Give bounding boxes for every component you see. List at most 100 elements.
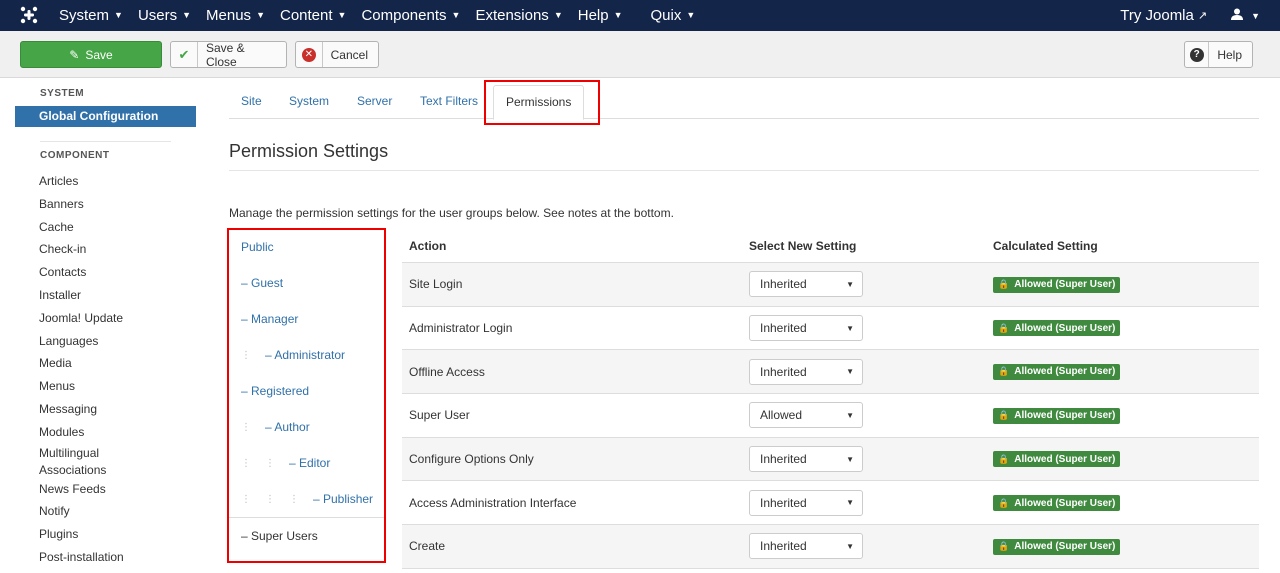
dropdown-arrow-icon: ▼	[846, 279, 854, 289]
menu-content[interactable]: Content ▼	[280, 7, 346, 24]
title-divider	[229, 170, 1259, 171]
sidebar-item-global-configuration[interactable]: Global Configuration	[15, 106, 196, 127]
header-calculated-setting: Calculated Setting	[993, 238, 1098, 253]
lock-icon: 🔒	[998, 366, 1010, 377]
table-row: Access Administration Interface Inherite…	[402, 481, 1259, 526]
sidebar-item-post-installation[interactable]: Post-installation	[15, 546, 196, 569]
help-button[interactable]: ? Help	[1184, 41, 1253, 68]
help-label: Help	[1217, 47, 1242, 62]
menu-users[interactable]: Users ▼	[138, 7, 191, 24]
calculated-badge: 🔒 Allowed (Super User)	[993, 451, 1121, 468]
header-action: Action	[409, 238, 447, 253]
menu-extensions[interactable]: Extensions ▼	[475, 7, 562, 24]
highlight-box-permissions-tab	[484, 80, 600, 125]
menu-menus[interactable]: Menus ▼	[206, 7, 265, 24]
permissions-table: Action Select New Setting Calculated Set…	[402, 229, 1259, 569]
external-link-icon: ↗	[1197, 10, 1208, 22]
tab-site[interactable]: Site	[229, 85, 274, 119]
save-label: Save	[85, 47, 113, 62]
header-select-new-setting: Select New Setting	[749, 238, 857, 253]
lock-icon: 🔒	[998, 497, 1010, 508]
menu-quix[interactable]: Quix ▼	[651, 7, 696, 24]
dropdown-arrow-icon: ▼	[846, 454, 854, 464]
dropdown-arrow-icon: ▼	[846, 367, 854, 377]
save-close-label: Save & Close	[206, 40, 245, 69]
highlight-box-user-groups	[227, 228, 386, 563]
sidebar-item-check-in[interactable]: Check-in	[15, 238, 196, 261]
table-row: Create Inherited ▼ 🔒 Allowed (Super User)	[402, 525, 1259, 569]
sidebar-header-system: SYSTEM	[40, 88, 85, 99]
calculated-badge: 🔒 Allowed (Super User)	[993, 538, 1121, 555]
caret-down-icon: ▼	[451, 10, 461, 20]
setting-select[interactable]: Allowed ▼	[749, 402, 863, 429]
tab-system[interactable]: System	[277, 85, 341, 119]
sidebar-item-installer[interactable]: Installer	[15, 284, 196, 307]
check-icon: ✔	[171, 42, 198, 67]
setting-select[interactable]: Inherited ▼	[749, 446, 863, 473]
sidebar-item-multilingual-associations[interactable]: Multilingual Associations	[15, 444, 125, 478]
try-joomla-link[interactable]: Try Joomla	[1120, 7, 1194, 24]
caret-down-icon: ▼	[256, 10, 265, 20]
sidebar-item-modules[interactable]: Modules	[15, 421, 196, 444]
sidebar-item-cache[interactable]: Cache	[15, 216, 196, 239]
caret-down-icon: ▼	[182, 10, 192, 20]
caret-down-icon: ▼	[686, 10, 696, 20]
sidebar-item-banners[interactable]: Banners	[15, 193, 196, 216]
sidebar-divider	[40, 141, 171, 142]
page-title: Permission Settings	[229, 141, 389, 161]
menu-system[interactable]: System ▼	[59, 7, 123, 24]
permissions-description: Manage the permission settings for the u…	[229, 206, 674, 220]
caret-down-icon: ▼	[613, 10, 623, 20]
tab-text-filters[interactable]: Text Filters	[408, 85, 490, 119]
lock-icon: 🔒	[998, 410, 1010, 421]
dropdown-arrow-icon: ▼	[846, 410, 854, 420]
cancel-icon: ✕	[296, 42, 323, 67]
cancel-button[interactable]: ✕ Cancel	[295, 41, 379, 68]
action-label: Access Administration Interface	[409, 495, 577, 510]
caret-down-icon[interactable]: ▼	[1251, 11, 1260, 21]
sidebar-item-media[interactable]: Media	[15, 352, 196, 375]
top-navbar: System ▼ Users ▼ Menus ▼ Content ▼ Component…	[0, 0, 1280, 31]
toolbar: ✎ Save ✔ Save & Close ✕ Cancel ? Help	[0, 31, 1280, 78]
navbar-right: Try Joomla ↗ ▼	[1120, 0, 1260, 31]
sidebar-item-menus[interactable]: Menus	[15, 375, 196, 398]
lock-icon: 🔒	[998, 322, 1010, 333]
dropdown-arrow-icon: ▼	[846, 498, 854, 508]
lock-icon: 🔒	[998, 279, 1010, 290]
setting-select[interactable]: Inherited ▼	[749, 533, 863, 560]
main-menu: System ▼ Users ▼ Menus ▼ Content ▼ Component…	[59, 0, 710, 31]
calculated-badge: 🔒 Allowed (Super User)	[993, 407, 1121, 424]
action-label: Create	[409, 539, 446, 554]
save-close-button[interactable]: ✔ Save & Close	[170, 40, 287, 69]
user-icon[interactable]	[1231, 8, 1244, 23]
save-button[interactable]: ✎ Save	[20, 41, 162, 68]
setting-select[interactable]: Inherited ▼	[749, 271, 863, 298]
menu-help[interactable]: Help ▼	[578, 7, 623, 24]
table-row: Super User Allowed ▼ 🔒 Allowed (Super User…	[402, 394, 1259, 438]
setting-select[interactable]: Inherited ▼	[749, 489, 863, 516]
sidebar-item-contacts[interactable]: Contacts	[15, 261, 196, 284]
sidebar-item-joomla-update[interactable]: Joomla! Update	[15, 307, 196, 330]
setting-select[interactable]: Inherited ▼	[749, 358, 863, 385]
caret-down-icon: ▼	[553, 10, 563, 20]
sidebar-header-component: COMPONENT	[40, 150, 110, 161]
setting-select[interactable]: Inherited ▼	[749, 315, 863, 342]
question-icon: ?	[1185, 42, 1210, 67]
joomla-logo-icon[interactable]	[20, 6, 38, 24]
cancel-label: Cancel	[330, 47, 368, 62]
sidebar-item-articles[interactable]: Articles	[15, 170, 196, 193]
edit-icon: ✎	[69, 47, 80, 62]
table-header: Action Select New Setting Calculated Set…	[402, 229, 1259, 263]
calculated-badge: 🔒 Allowed (Super User)	[993, 495, 1121, 512]
table-row: Offline Access Inherited ▼ 🔒 Allowed (Supe…	[402, 350, 1259, 395]
tab-server[interactable]: Server	[345, 85, 404, 119]
table-body: Site Login Inherited ▼ 🔒 Allowed (Super Us…	[402, 263, 1259, 569]
sidebar-item-languages[interactable]: Languages	[15, 330, 196, 353]
sidebar-item-notify[interactable]: Notify	[15, 500, 196, 523]
action-label: Administrator Login	[409, 321, 513, 336]
sidebar-item-messaging[interactable]: Messaging	[15, 398, 196, 421]
sidebar-item-plugins[interactable]: Plugins	[15, 523, 196, 546]
menu-components[interactable]: Components ▼	[361, 7, 460, 24]
sidebar-item-news-feeds[interactable]: News Feeds	[15, 478, 196, 501]
calculated-badge: 🔒 Allowed (Super User)	[993, 320, 1121, 337]
